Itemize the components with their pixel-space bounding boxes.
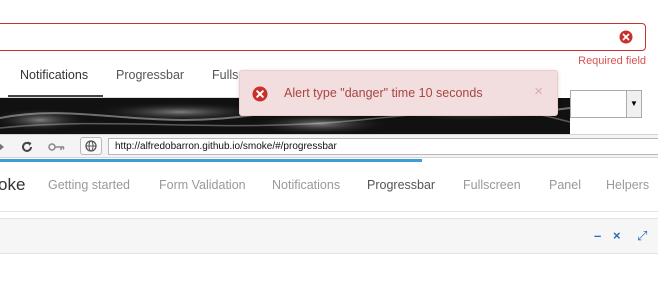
- text-input[interactable]: [0, 23, 646, 51]
- tab-notifications[interactable]: Notifications: [20, 68, 88, 82]
- url-bar[interactable]: http://alfredobarron.github.io/smoke/#/p…: [108, 138, 658, 155]
- panel-close-button[interactable]: ×: [613, 228, 621, 243]
- panel-header: – × ⤢: [0, 218, 658, 254]
- url-text: http://alfredobarron.github.io/smoke/#/p…: [115, 141, 337, 152]
- globe-icon: [85, 140, 97, 152]
- nav-notifications[interactable]: Notifications: [272, 178, 340, 192]
- error-circle-icon: [619, 30, 633, 44]
- page-progress-bar: [0, 159, 422, 162]
- alert-close-button[interactable]: ×: [534, 83, 543, 100]
- browser-toolbar: http://alfredobarron.github.io/smoke/#/p…: [0, 134, 658, 158]
- nav-panel[interactable]: Panel: [549, 178, 581, 192]
- error-circle-icon: [252, 86, 268, 102]
- nav-fullscreen[interactable]: Fullscreen: [463, 178, 521, 192]
- alert-message: Alert type "danger" time 10 seconds: [284, 86, 483, 100]
- brand-logo[interactable]: oke: [0, 175, 25, 195]
- panel-expand-button[interactable]: ⤢: [637, 228, 647, 244]
- danger-alert: Alert type "danger" time 10 seconds ×: [239, 70, 558, 116]
- panel-minimize-button[interactable]: –: [594, 228, 601, 243]
- tab-progressbar[interactable]: Progressbar: [116, 68, 184, 82]
- nav-form-validation[interactable]: Form Validation: [159, 178, 246, 192]
- dropdown-arrow-icon: ▼: [626, 91, 641, 117]
- nav-helpers[interactable]: Helpers: [606, 178, 649, 192]
- nav-getting-started[interactable]: Getting started: [48, 178, 130, 192]
- navbar: oke Getting started Form Validation Noti…: [0, 163, 658, 212]
- nav-progressbar[interactable]: Progressbar: [367, 178, 435, 192]
- select-dropdown[interactable]: ▼: [570, 90, 642, 118]
- site-identity-button[interactable]: [80, 137, 102, 155]
- key-icon[interactable]: [48, 142, 66, 152]
- forward-arrow-icon[interactable]: [0, 142, 6, 152]
- reload-icon[interactable]: [20, 140, 34, 154]
